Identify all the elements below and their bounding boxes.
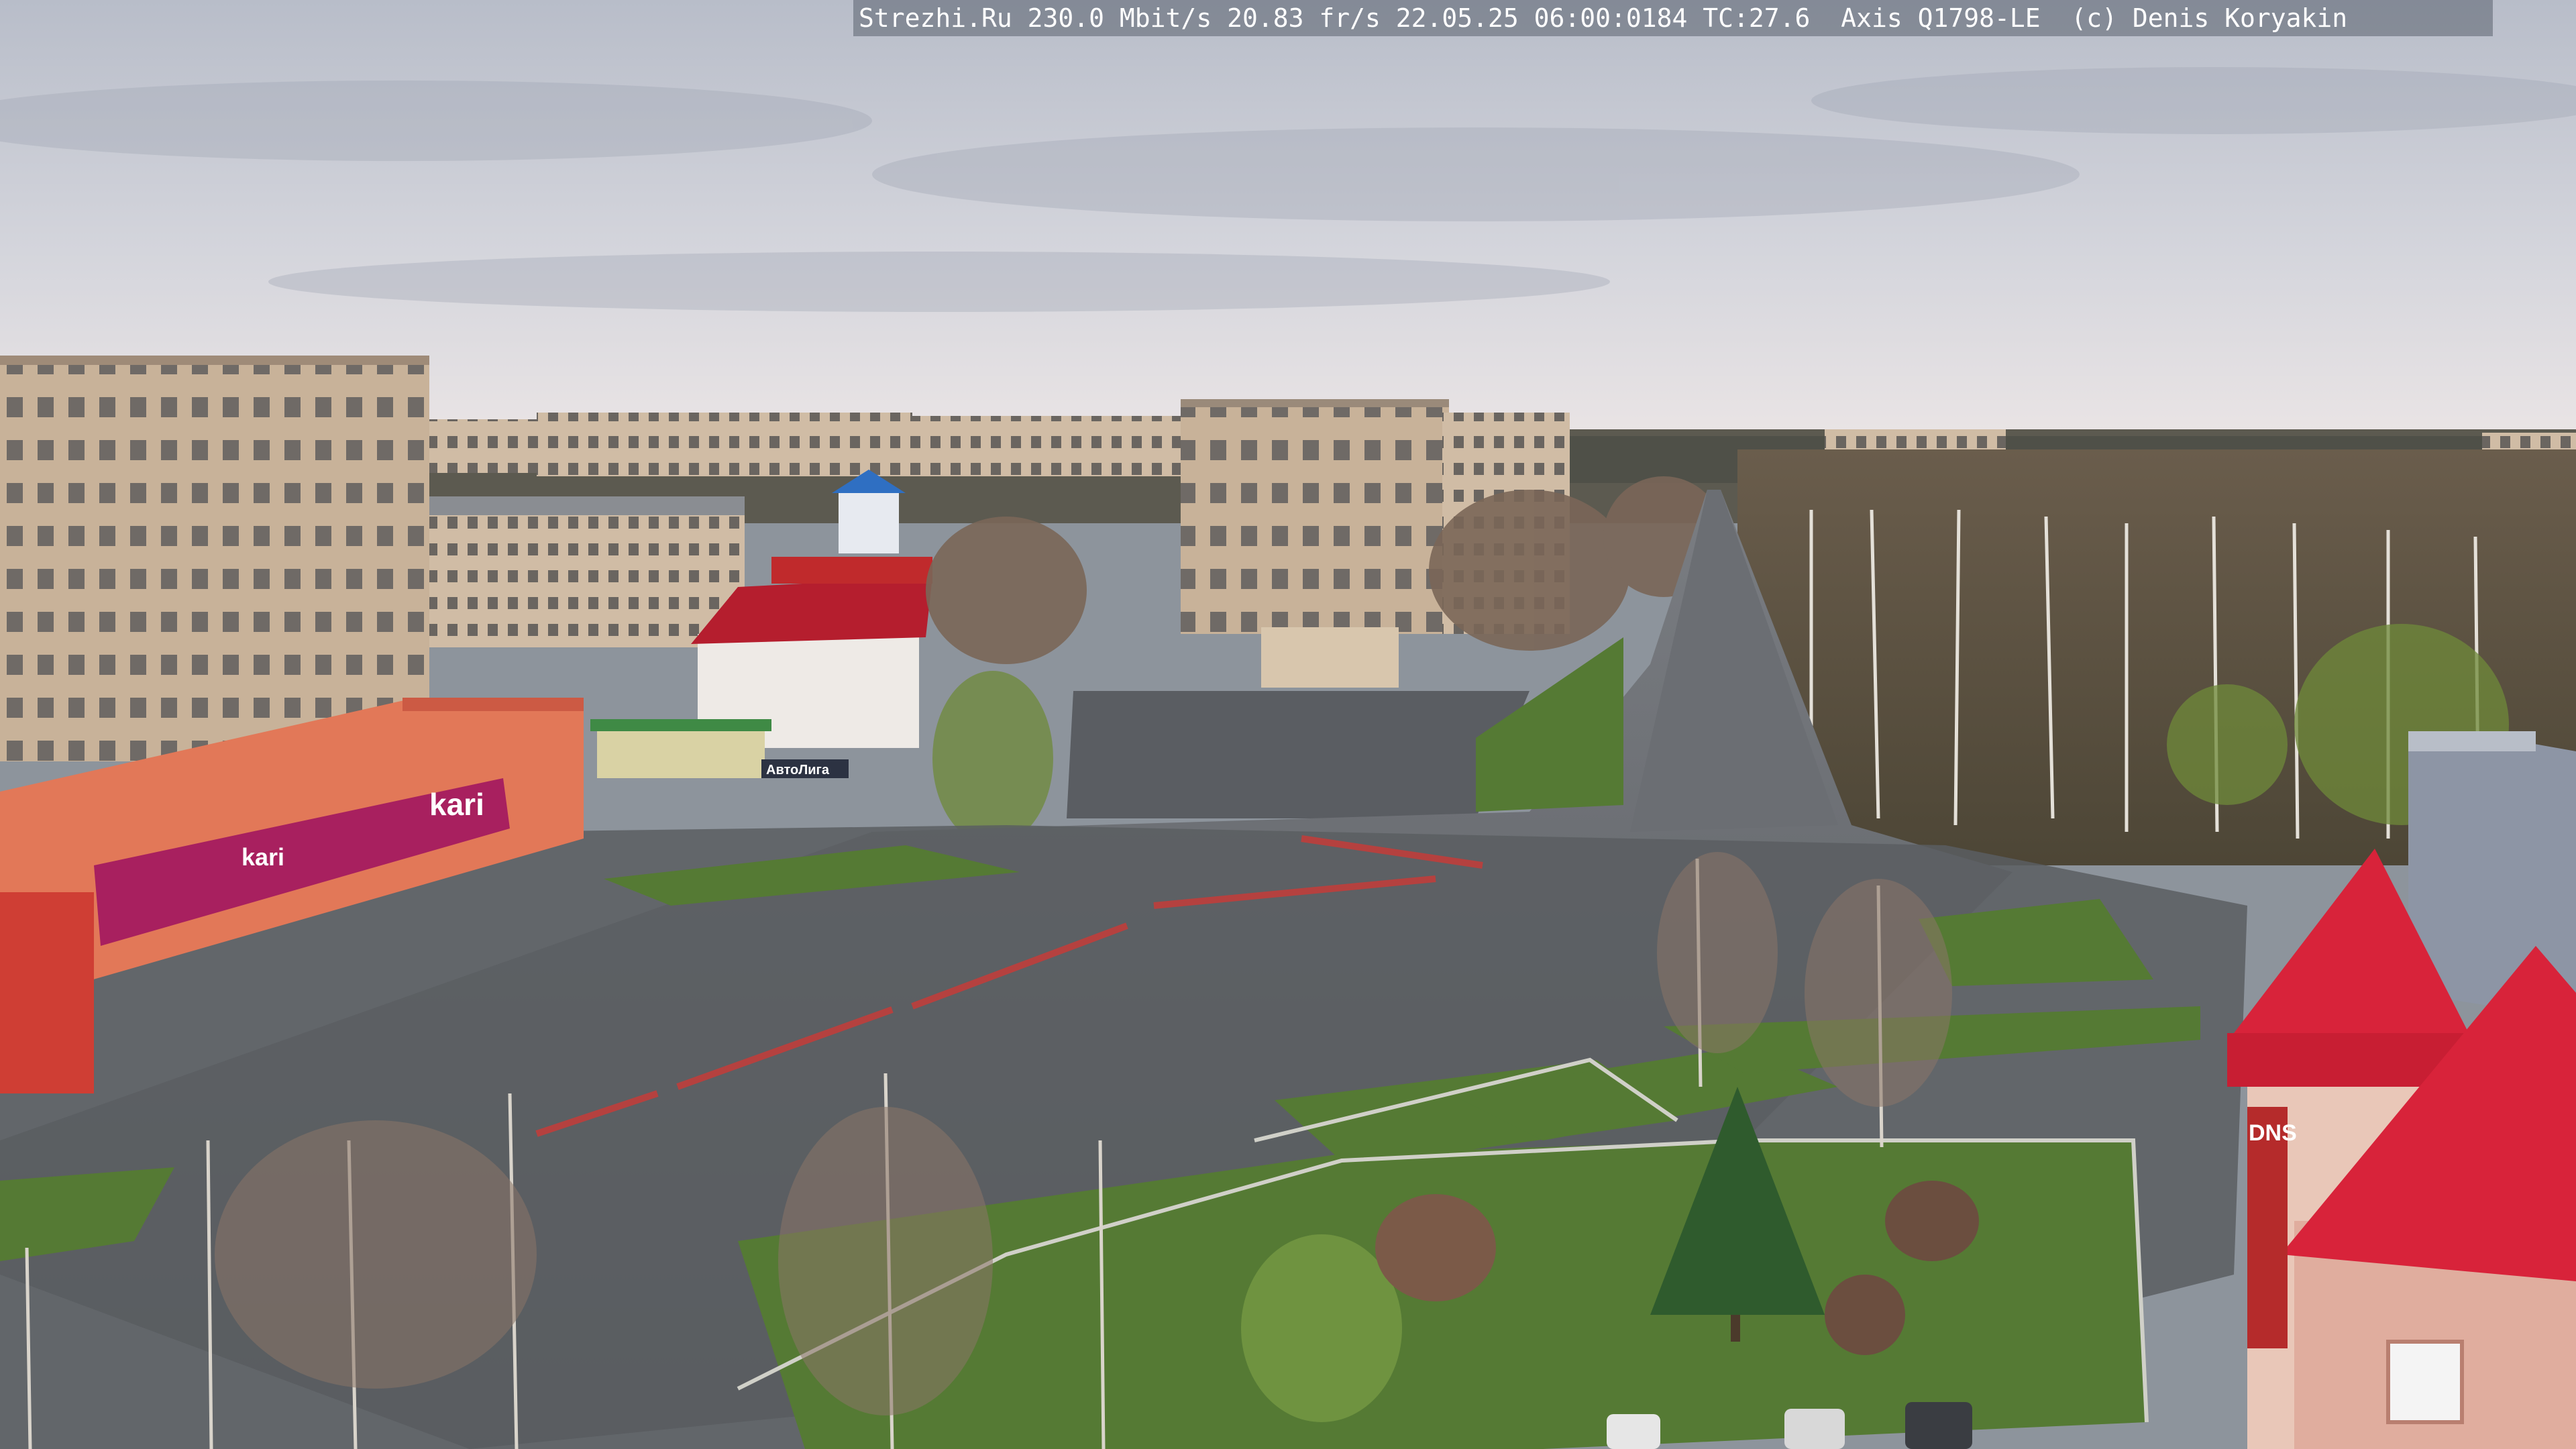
camera-info-overlay: Strezhi.Ru 230.0 Mbit/s 20.83 fr/s 22.05… [853,0,2493,36]
plaza-pavilion [1261,627,1399,688]
shop-sign: АвтоЛига [766,763,830,777]
left-apartment-building [0,356,429,761]
kiosk [597,728,765,778]
kari-sign-small: kari [241,843,284,871]
plaza [1067,691,1529,818]
kari-sign: kari [429,787,484,822]
webcam-photo: kari kari АвтоЛига DNS [0,0,2576,1449]
dns-sign: DNS [2249,1120,2297,1146]
